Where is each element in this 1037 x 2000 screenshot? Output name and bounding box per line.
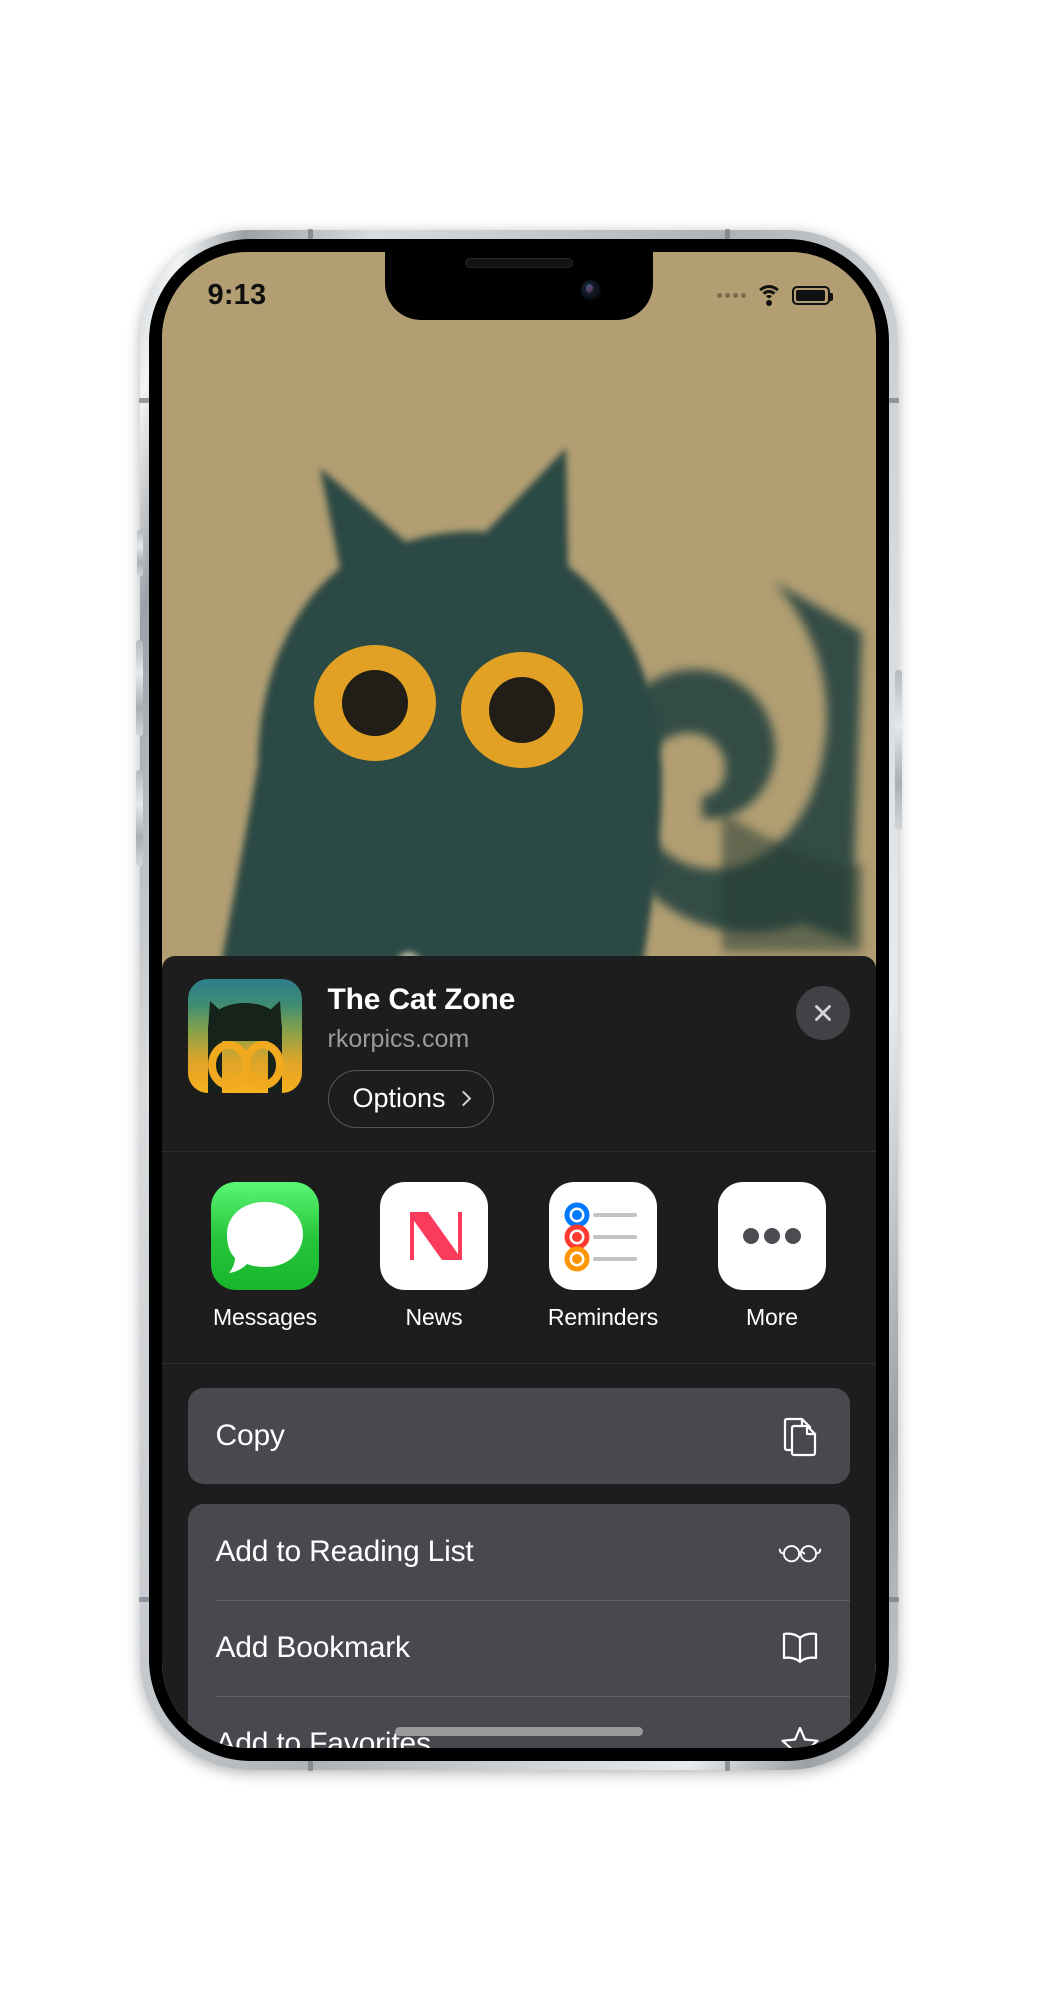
- share-target-news[interactable]: News: [357, 1182, 512, 1331]
- antenna-band: [138, 1597, 149, 1602]
- action-group-copy: Copy: [187, 1388, 850, 1484]
- page-url: rkorpics.com: [327, 1024, 470, 1053]
- copy-documents-icon: [778, 1414, 822, 1458]
- app-label: Messages: [212, 1304, 318, 1330]
- chevron-right-icon: [455, 1090, 471, 1106]
- share-actions: Copy Add to Reading List Add Bookmark Ad…: [162, 1364, 876, 1748]
- cat-face-glyph: [207, 1001, 284, 1093]
- share-target-reminders[interactable]: Reminders: [526, 1182, 681, 1331]
- antenna-band: [724, 1761, 730, 1771]
- news-icon: [380, 1182, 488, 1290]
- front-camera-icon: [580, 280, 601, 300]
- glasses-icon: [778, 1530, 822, 1574]
- close-icon: [814, 1005, 831, 1021]
- silent-switch[interactable]: [136, 530, 143, 576]
- action-label: Add Bookmark: [215, 1631, 411, 1664]
- action-label: Add to Reading List: [215, 1535, 474, 1568]
- options-label: Options: [352, 1083, 446, 1113]
- action-row-add-to-favorites[interactable]: Add to Favorites: [188, 1696, 850, 1748]
- action-row-add-bookmark[interactable]: Add Bookmark: [188, 1600, 850, 1696]
- earpiece-speaker: [464, 258, 573, 268]
- volume-down-button[interactable]: [135, 770, 143, 866]
- power-button[interactable]: [894, 670, 902, 830]
- antenna-band: [888, 398, 899, 403]
- app-label: Reminders: [547, 1304, 659, 1330]
- cat-face-app-icon: [187, 979, 302, 1093]
- notch: [384, 252, 653, 320]
- more-ellipsis-icon: [718, 1182, 826, 1290]
- messages-icon: [211, 1182, 319, 1290]
- screenshot-canvas: 9:13 The Cat Zone rkorpics.com Options M…: [0, 0, 1037, 2000]
- status-indicators: [716, 284, 833, 306]
- antenna-band: [307, 1761, 313, 1771]
- cellular-dots-icon: [716, 292, 746, 298]
- action-row-copy[interactable]: Copy: [188, 1388, 850, 1484]
- iphone-device: 9:13 The Cat Zone rkorpics.com Options M…: [135, 229, 902, 1771]
- share-sheet-header: The Cat Zone rkorpics.com Options: [161, 956, 876, 1152]
- share-sheet: The Cat Zone rkorpics.com Options Messag…: [161, 956, 876, 1748]
- options-button[interactable]: Options: [327, 1069, 494, 1128]
- antenna-band: [724, 229, 730, 239]
- reminders-icon: [549, 1182, 657, 1290]
- share-target-more[interactable]: More: [695, 1182, 850, 1331]
- app-label: More: [745, 1304, 798, 1330]
- antenna-band: [307, 229, 313, 239]
- status-clock: 9:13: [207, 278, 267, 311]
- action-group-safari: Add to Reading List Add Bookmark Add to …: [187, 1504, 850, 1748]
- action-label: Copy: [215, 1419, 285, 1452]
- home-indicator[interactable]: [394, 1727, 643, 1736]
- volume-up-button[interactable]: [135, 640, 143, 736]
- share-target-messages[interactable]: Messages: [188, 1182, 343, 1331]
- app-label: News: [405, 1304, 463, 1330]
- antenna-band: [888, 1597, 899, 1602]
- app-share-row: Messages News Reminders More: [161, 1152, 876, 1364]
- antenna-band: [138, 398, 149, 403]
- battery-full-icon: [791, 285, 833, 305]
- book-open-icon: [778, 1626, 822, 1670]
- star-outline-icon: [778, 1722, 822, 1748]
- wifi-icon: [754, 284, 783, 306]
- close-button[interactable]: [795, 986, 850, 1040]
- action-row-add-to-reading-list[interactable]: Add to Reading List: [188, 1504, 850, 1600]
- phone-screen: 9:13 The Cat Zone rkorpics.com Options M…: [161, 252, 876, 1748]
- share-target-info: The Cat Zone rkorpics.com Options: [327, 979, 850, 1128]
- page-title: The Cat Zone: [327, 983, 516, 1016]
